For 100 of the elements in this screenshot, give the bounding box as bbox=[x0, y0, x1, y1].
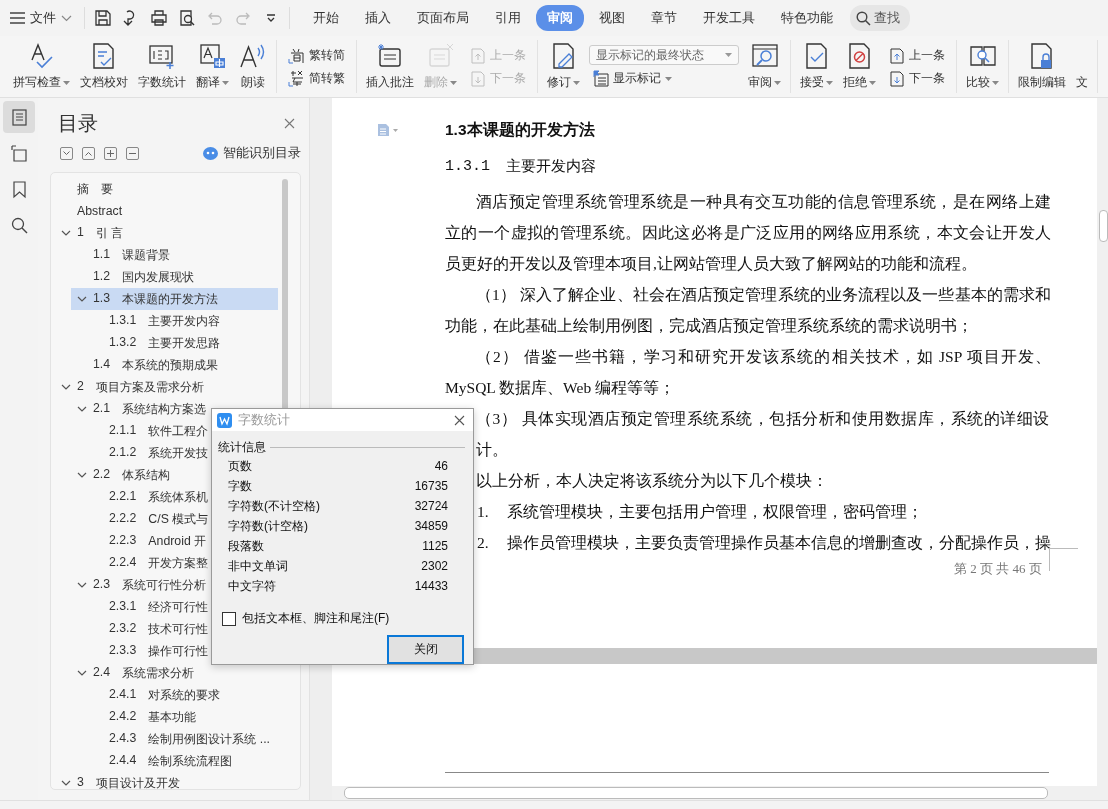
dialog-title: 字数统计 bbox=[238, 411, 290, 429]
toolbar-button[interactable]: 文 bbox=[1071, 40, 1093, 93]
toc-item[interactable]: 2 项目方案及需求分析 bbox=[55, 376, 278, 398]
stat-label: 段落数 bbox=[228, 537, 264, 555]
stat-value: 46 bbox=[434, 459, 448, 473]
toolbar-button[interactable]: 翻译 bbox=[191, 40, 234, 93]
toc-item[interactable]: 摘 要 bbox=[55, 178, 278, 200]
toc-item[interactable]: 1.3.2 主要开发思路 bbox=[87, 332, 278, 354]
toc-item[interactable]: 3 项目设计及开发 bbox=[55, 772, 278, 789]
search-icon bbox=[856, 10, 871, 26]
ribbon-tab[interactable]: 插入 bbox=[354, 5, 402, 31]
toolbar-button[interactable]: 上一条 bbox=[885, 45, 948, 65]
ribbon-tab[interactable]: 页面布局 bbox=[406, 5, 480, 31]
toolbar-button[interactable]: 拒绝 bbox=[838, 40, 881, 93]
list-item: 1. 系统管理模块，主要包括用户管理，权限管理，密码管理； bbox=[477, 502, 924, 522]
toc-item[interactable]: 1.3 本课题的开发方法 bbox=[71, 288, 278, 310]
ribbon-tab[interactable]: 特色功能 bbox=[770, 5, 844, 31]
translate-icon bbox=[198, 42, 227, 70]
print-preview-icon bbox=[178, 9, 196, 27]
close-icon bbox=[454, 414, 465, 426]
ribbon-tab[interactable]: 开始 bbox=[302, 5, 350, 31]
toolbar-button[interactable]: 朗读 bbox=[234, 40, 272, 93]
minus-icon bbox=[129, 150, 136, 157]
caret-icon bbox=[826, 80, 833, 85]
stat-label: 字符数(计空格) bbox=[228, 517, 308, 535]
chevron-icon bbox=[61, 14, 72, 22]
document-down-icon bbox=[888, 69, 905, 87]
toc-item[interactable]: 1.2 国内发展现状 bbox=[71, 266, 278, 288]
toolbar-button[interactable]: 拼写检查 bbox=[8, 40, 75, 93]
promote-button[interactable] bbox=[104, 147, 117, 160]
toolbar-button[interactable]: 繁转简 bbox=[285, 45, 348, 65]
checkbox-label[interactable]: 包括文本框、脚注和尾注(F) bbox=[242, 610, 390, 627]
robot-face-icon bbox=[203, 147, 218, 160]
toolbar-button[interactable]: 限制编辑 bbox=[1013, 40, 1071, 93]
file-menu[interactable]: 文件 bbox=[10, 5, 78, 31]
close-button[interactable] bbox=[454, 414, 465, 426]
plus-icon bbox=[107, 150, 114, 157]
caret-icon bbox=[725, 53, 732, 57]
toolbar-button[interactable]: 显示标记 bbox=[589, 69, 739, 88]
ribbon-tab[interactable]: 引用 bbox=[484, 5, 532, 31]
caret-icon bbox=[869, 80, 876, 85]
contents-tool[interactable] bbox=[3, 101, 35, 133]
chevron-icon bbox=[77, 470, 87, 480]
expand-all-button[interactable] bbox=[82, 147, 95, 160]
toolbar-button[interactable]: 接受 bbox=[795, 40, 838, 93]
toolbar-button[interactable]: 字数统计 bbox=[133, 40, 191, 93]
toc-item[interactable]: Abstract bbox=[55, 200, 278, 222]
toolbar-button[interactable]: 下一条 bbox=[885, 68, 948, 88]
ribbon-tab[interactable]: 视图 bbox=[588, 5, 636, 31]
toc-item[interactable]: 2.4.3 绘制用例图设计系统 ... bbox=[87, 728, 278, 750]
stat-label: 字数 bbox=[228, 477, 252, 495]
search-button[interactable]: 查找 bbox=[850, 5, 910, 31]
stat-value: 32724 bbox=[414, 499, 448, 513]
toc-item[interactable]: 2.4 系统需求分析 bbox=[71, 662, 278, 684]
smart-toc-button[interactable]: 智能识别目录 bbox=[203, 145, 301, 162]
demote-button[interactable] bbox=[126, 147, 139, 160]
checkbox[interactable] bbox=[222, 611, 236, 626]
number-box-icon bbox=[148, 42, 176, 70]
markup-dropdown[interactable]: 显示标记的最终状态 bbox=[589, 45, 739, 65]
app-logo-icon bbox=[217, 412, 232, 428]
toolbar-button[interactable]: 简转繁 bbox=[285, 68, 348, 88]
chevron-icon bbox=[61, 228, 71, 238]
character-box-icon bbox=[288, 46, 305, 64]
toc-item[interactable]: 1.4 本系统的预期成果 bbox=[71, 354, 278, 376]
toolbar-button[interactable]: 文档校对 bbox=[75, 40, 133, 93]
panel-title: 目录 bbox=[58, 111, 98, 136]
dense-character-icon bbox=[288, 69, 305, 87]
caret-icon bbox=[222, 80, 229, 85]
stat-value: 2302 bbox=[421, 559, 448, 573]
ribbon-tab[interactable]: 开发工具 bbox=[692, 5, 766, 31]
toc-item[interactable]: 2.4.4 绘制系统流程图 bbox=[87, 750, 278, 772]
menu-icon bbox=[10, 12, 25, 24]
toc-item[interactable]: 2.4.1 对系统的要求 bbox=[87, 684, 278, 706]
search-icon bbox=[9, 215, 29, 235]
toc-item[interactable]: 1 引 言 bbox=[55, 222, 278, 244]
ribbon-tab[interactable]: 章节 bbox=[640, 5, 688, 31]
body-paragraph: （1） 深入了解企业、社会在酒店预定管理系统的业务流程以及一些基本的需求和功能，在此基础上绘制用例图，完成酒店预定管理系统系统的需求说明书； bbox=[445, 285, 1051, 336]
toolbar-button[interactable]: 插入批注 bbox=[361, 40, 419, 93]
list-item: 2. 操作员管理模块，主要负责管理操作员基本信息的增删查改，分配操作员，操 bbox=[477, 533, 1050, 553]
chevron-icon bbox=[61, 778, 71, 788]
magnifier-window-icon bbox=[750, 42, 779, 70]
subsection-heading: 1.3.1 主要开发内容 bbox=[445, 155, 597, 177]
toolbar-button[interactable]: 审阅 bbox=[743, 40, 786, 93]
toc-item[interactable]: 1.3.1 主要开发内容 bbox=[87, 310, 278, 332]
toc-item[interactable]: 1.1 课题背景 bbox=[71, 244, 278, 266]
flag-document-icon bbox=[592, 70, 609, 87]
caret-icon bbox=[665, 76, 672, 81]
paragraph-icon[interactable] bbox=[377, 123, 399, 137]
chevron-icon bbox=[77, 404, 87, 414]
toolbar-button[interactable]: 比较 bbox=[961, 40, 1004, 93]
chevron-icon bbox=[77, 580, 87, 590]
caret-icon bbox=[992, 80, 999, 85]
close-dialog-button[interactable]: 关闭 bbox=[387, 635, 464, 664]
toolbar-button[interactable]: 修订 bbox=[542, 40, 585, 93]
collapse-all-button[interactable] bbox=[60, 147, 73, 160]
close-button[interactable] bbox=[282, 116, 297, 131]
caret-icon bbox=[573, 80, 580, 85]
stat-value: 34859 bbox=[414, 519, 448, 533]
toc-item[interactable]: 2.4.2 基本功能 bbox=[87, 706, 278, 728]
chevron-icon bbox=[61, 382, 71, 392]
